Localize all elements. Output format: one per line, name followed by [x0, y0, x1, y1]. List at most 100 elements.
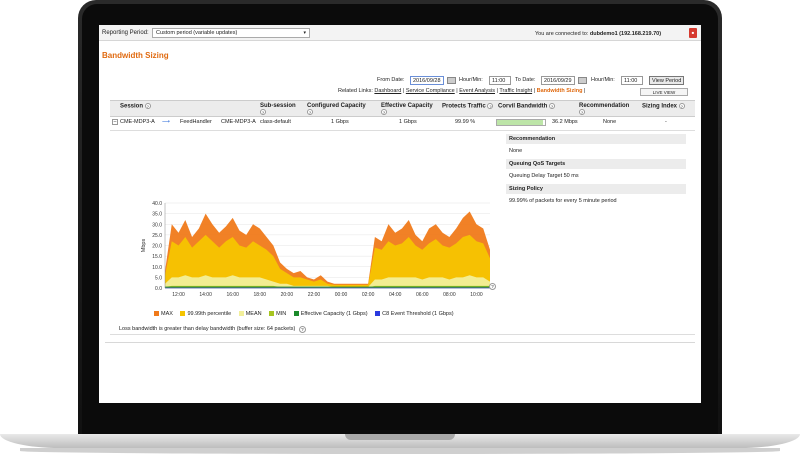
- rec-value-qos: Queuing Delay Target 50 ms: [509, 173, 579, 179]
- help-icon[interactable]: ?: [144, 103, 151, 109]
- x-tick-label: 16:00: [226, 292, 239, 298]
- link-bandwidth-sizing[interactable]: Bandwidth Sizing: [537, 88, 583, 94]
- help-icon[interactable]: ?: [579, 109, 585, 115]
- chart-legend: MAX 99.99th percentile MEAN MIN Effectiv…: [154, 311, 454, 317]
- link-dashboard[interactable]: Dashboard: [374, 88, 401, 94]
- legend-swatch-p9999: [180, 311, 186, 317]
- help-icon[interactable]: ?: [298, 326, 306, 333]
- legend-swatch-mean: [238, 311, 244, 317]
- reporting-period-value: Custom period (variable updates): [156, 30, 238, 36]
- y-tick-label: 20.0: [152, 244, 162, 250]
- header-subsession: Sub-session?: [260, 103, 296, 115]
- x-tick-label: 04:00: [389, 292, 402, 298]
- corvil-bandwidth-fill: [497, 120, 543, 125]
- configured-capacity-value: 1 Gbps: [331, 119, 349, 125]
- help-icon[interactable]: ?: [307, 109, 313, 115]
- link-service-compliance[interactable]: Service Compliance: [406, 88, 455, 94]
- hour-min-label-2: Hour/Min:: [591, 77, 615, 83]
- table-header: Session ? Sub-session? Configured Capaci…: [110, 100, 695, 117]
- to-time-select[interactable]: 11:00: [621, 76, 643, 85]
- legend-swatch-min: [269, 311, 275, 317]
- x-tick-label: 18:00: [254, 292, 267, 298]
- session-target: FeedHandler: [180, 119, 212, 125]
- y-tick-label: 15.0: [152, 254, 162, 260]
- x-tick-label: 10:00: [470, 292, 483, 298]
- link-event-analysis[interactable]: Event Analysis: [459, 88, 495, 94]
- page-title: Bandwidth Sizing: [102, 51, 169, 60]
- header-protects-traffic: Protects Traffic ?: [442, 103, 494, 110]
- to-date-input[interactable]: 2016/09/29: [541, 76, 575, 85]
- effective-capacity-value: 1 Gbps: [399, 119, 417, 125]
- recommendation-value: None: [603, 119, 617, 125]
- divider: [105, 342, 695, 343]
- help-icon[interactable]: ?: [549, 103, 556, 109]
- corvil-bandwidth-value: 36.2 Mbps: [552, 119, 578, 125]
- legend-mean: MEAN: [245, 311, 262, 317]
- pdf-icon[interactable]: ■: [689, 28, 697, 38]
- session-destination: CME-MDP3-A: [221, 119, 256, 125]
- help-icon[interactable]: ?: [381, 109, 387, 115]
- bandwidth-chart-svg: 0.0 5.0 10.0 15.0 20.0 25.0 30.0 35.0 40.0 Mbps 12…: [141, 201, 490, 298]
- session-source: CME-MDP3-A: [120, 119, 155, 125]
- x-tick-label: 14:00: [199, 292, 212, 298]
- header-recommendation: Recommendation?: [579, 103, 630, 115]
- y-tick-label: 30.0: [152, 222, 162, 228]
- table-row[interactable]: – CME-MDP3-A ⟶ FeedHandler CME-MDP3-A cl…: [110, 117, 695, 131]
- calendar-icon[interactable]: [447, 77, 456, 84]
- y-tick-label: 35.0: [152, 212, 162, 218]
- x-tick-label: 06:00: [416, 292, 429, 298]
- header-sizing-index: Sizing Index ?: [642, 103, 685, 110]
- footnote: Loss bandwidth is greater than delay ban…: [119, 325, 306, 333]
- view-period-button[interactable]: View Period: [649, 76, 685, 85]
- help-icon[interactable]: ?: [487, 103, 494, 109]
- chevron-down-icon: ▾: [303, 30, 306, 36]
- from-date-label: From Date:: [377, 77, 405, 83]
- x-tick-label: 02:00: [362, 292, 375, 298]
- reporting-period-select[interactable]: Custom period (variable updates) ▾: [152, 28, 310, 38]
- header-corvil-bandwidth: Corvil Bandwidth ?: [498, 103, 556, 110]
- x-tick-label: 22:00: [308, 292, 321, 298]
- expand-toggle[interactable]: –: [112, 119, 118, 125]
- from-time-select[interactable]: 11:00: [489, 76, 511, 85]
- live-view-button[interactable]: LIVE VIEW: [640, 88, 688, 96]
- rec-heading-qos: Queuing QoS Targets: [506, 159, 686, 169]
- y-tick-label: 5.0: [155, 275, 162, 281]
- from-date-input[interactable]: 2016/09/28: [410, 76, 444, 85]
- x-tick-label: 08:00: [443, 292, 456, 298]
- recommendation-panel: Recommendation None Queuing QoS Targets …: [506, 134, 686, 209]
- arrow-right-icon: ⟶: [162, 119, 170, 125]
- footnote-text: Loss bandwidth is greater than delay ban…: [119, 326, 296, 332]
- bandwidth-chart: 0.0 5.0 10.0 15.0 20.0 25.0 30.0 35.0 40.0 Mbps 12…: [135, 201, 500, 325]
- y-tick-label: 10.0: [152, 265, 162, 271]
- legend-threshold: C8 Event Threshold (1 Gbps): [382, 311, 454, 317]
- related-links: Related Links: Dashboard | Service Compl…: [338, 88, 586, 94]
- rec-value-sizing-policy: 99.99% of packets for every 5 minute per…: [509, 198, 617, 204]
- legend-p9999: 99.99th percentile: [187, 311, 232, 317]
- x-tick-label: 00:00: [335, 292, 348, 298]
- top-bar: Reporting Period: Custom period (variabl…: [99, 25, 701, 41]
- header-effective-capacity: Effective Capacity?: [381, 103, 433, 115]
- corvil-bandwidth-bar: [496, 119, 546, 126]
- y-tick-label: 25.0: [152, 233, 162, 239]
- reporting-period-label: Reporting Period:: [102, 30, 149, 36]
- laptop-shadow: [20, 448, 780, 454]
- rec-heading-recommendation: Recommendation: [506, 134, 686, 144]
- header-session: Session ?: [120, 103, 151, 110]
- related-links-label: Related Links:: [338, 88, 373, 94]
- rec-heading-sizing-policy: Sizing Policy: [506, 184, 686, 194]
- link-traffic-insight[interactable]: Traffic Insight: [499, 88, 532, 94]
- calendar-icon[interactable]: [578, 77, 587, 84]
- y-tick-label: 0.0: [155, 286, 162, 292]
- legend-swatch-effective: [293, 311, 299, 317]
- to-date-label: To Date:: [515, 77, 536, 83]
- legend-max: MAX: [161, 311, 173, 317]
- help-icon[interactable]: ?: [678, 103, 685, 109]
- help-icon[interactable]: ?: [260, 109, 266, 115]
- legend-swatch-threshold: [375, 311, 381, 317]
- protects-traffic-value: 99.99 %: [455, 119, 476, 125]
- connection-status: You are connected to: dubdemo1 (192.168.…: [535, 31, 661, 37]
- help-icon[interactable]: ?: [489, 283, 496, 290]
- subsession-value: class-default: [260, 119, 291, 125]
- y-tick-label: 40.0: [152, 201, 162, 207]
- rec-value-recommendation: None: [509, 148, 523, 154]
